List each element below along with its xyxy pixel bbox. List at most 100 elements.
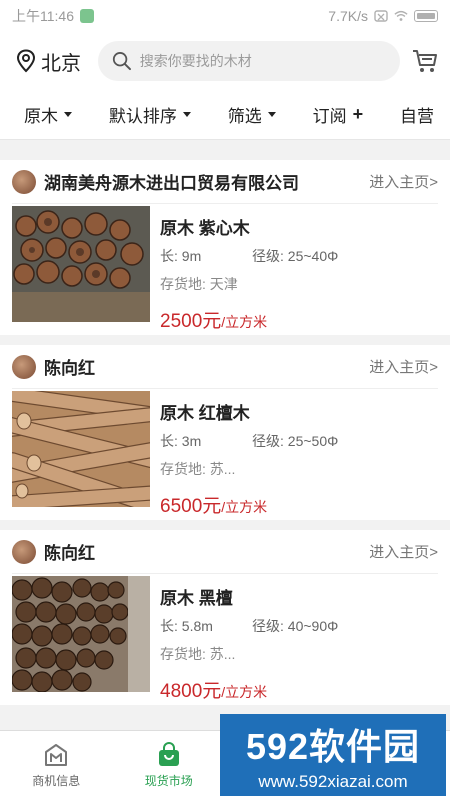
listing-grade: 径级: 25~50Φ (252, 433, 339, 449)
shopping-bag-icon (158, 742, 179, 766)
listing-header: 陈向红 进入主页> (12, 530, 438, 574)
tab-spot-market-label: 现货市场 (144, 774, 193, 788)
enter-store-link[interactable]: 进入主页> (369, 171, 438, 192)
filter-bar: 原木 默认排序 筛选 订阅 + 自营 (0, 90, 450, 140)
search-header: 北京 (0, 32, 450, 90)
m-icon (45, 744, 68, 766)
tab-business-info-label: 商机信息 (32, 774, 81, 788)
listing-title: 原木 黑檀 (160, 584, 438, 608)
seller-name: 陈向红 (44, 544, 95, 563)
wifi-icon (394, 10, 408, 21)
listing-length: 长: 9m (160, 248, 202, 264)
listing-price: 2500元 (160, 311, 222, 332)
status-bar: 上午11:46 7.7K/s (0, 0, 450, 32)
listing-price-row: 2500元/立方米 (160, 306, 438, 333)
listing-specs: 长: 5.8m 径级: 40~90Φ (160, 616, 438, 636)
filter-category-label: 原木 (24, 107, 58, 126)
listing-origin: 存货地: 天津 (160, 276, 238, 292)
cart-icon (413, 50, 437, 72)
listing-header: 湖南美舟源木进出口贸易有限公司 进入主页> (12, 160, 438, 204)
filter-screen-label: 筛选 (227, 107, 262, 126)
listing-price: 6500元 (160, 496, 222, 517)
seller: 陈向红 (12, 539, 95, 564)
listing-wood: 黑檀 (198, 589, 233, 608)
search-input[interactable] (139, 53, 386, 69)
product-image[interactable] (12, 206, 150, 322)
listing-price-row: 4800元/立方米 (160, 676, 438, 703)
listing-info: 原木 紫心木 长: 9m 径级: 25~40Φ 存货地: 天津 2500元/立方… (150, 206, 438, 333)
listing-length: 长: 3m (160, 433, 202, 449)
watermark-brand: 592软件园 (245, 726, 421, 767)
listing-grade: 径级: 25~40Φ (252, 248, 339, 264)
caret-down-icon (267, 112, 276, 117)
product-image[interactable] (12, 576, 150, 692)
listing-list: 湖南美舟源木进出口贸易有限公司 进入主页> 原木 紫心木 长: 9m 径级: 2… (0, 160, 450, 715)
listing-card[interactable]: 湖南美舟源木进出口贸易有限公司 进入主页> 原木 紫心木 长: 9m 径级: 2… (0, 160, 450, 335)
caret-down-icon (64, 112, 72, 117)
listing-title: 原木 红檀木 (160, 399, 438, 423)
listing-wood: 紫心木 (198, 219, 250, 238)
tab-spot-market[interactable]: 现货市场 (113, 731, 226, 800)
listing-body: 原木 紫心木 长: 9m 径级: 25~40Φ 存货地: 天津 2500元/立方… (12, 204, 438, 333)
seller: 湖南美舟源木进出口贸易有限公司 (12, 169, 299, 194)
listing-length: 长: 5.8m (160, 618, 213, 634)
filter-self-operated[interactable]: 自营 (400, 102, 434, 127)
search-bar[interactable] (98, 41, 400, 81)
seller-name: 湖南美舟源木进出口贸易有限公司 (44, 174, 299, 193)
listing-body: 原木 黑檀 长: 5.8m 径级: 40~90Φ 存货地: 苏... 4800元… (12, 574, 438, 703)
product-image[interactable] (12, 391, 150, 507)
filter-sort-label: 默认排序 (108, 107, 177, 126)
city-name: 北京 (41, 52, 81, 75)
filter-screen[interactable]: 筛选 (228, 102, 276, 127)
listing-price: 4800元 (160, 681, 222, 702)
enter-store-link[interactable]: 进入主页> (369, 356, 438, 377)
watermark-url: www.592xiazai.com (258, 772, 408, 791)
listing-body: 原木 红檀木 长: 3m 径级: 25~50Φ 存货地: 苏... 6500元/… (12, 389, 438, 518)
plus-icon: + (352, 104, 364, 124)
filter-subscribe[interactable]: 订阅 + (313, 102, 364, 127)
listing-title: 原木 紫心木 (160, 214, 438, 238)
listing-wood: 红檀木 (198, 404, 250, 423)
seller: 陈向红 (12, 354, 95, 379)
listing-category: 原木 (160, 404, 194, 423)
sim-off-icon (374, 10, 388, 22)
wechat-notification-icon (80, 9, 94, 23)
status-left: 上午11:46 (12, 6, 94, 26)
location-pin-icon (16, 49, 36, 73)
caret-down-icon (182, 112, 191, 117)
watermark-logo: 592软件园 www.592xiazai.com (220, 714, 446, 796)
listing-specs: 长: 3m 径级: 25~50Φ (160, 431, 438, 451)
listing-info: 原木 红檀木 长: 3m 径级: 25~50Φ 存货地: 苏... 6500元/… (150, 391, 438, 518)
filter-sort[interactable]: 默认排序 (109, 102, 191, 127)
filter-subscribe-label: 订阅 (312, 107, 347, 126)
listing-price-unit: /立方米 (221, 684, 268, 700)
listing-grade: 径级: 40~90Φ (252, 618, 339, 634)
network-speed: 7.7K/s (328, 8, 368, 24)
cart-button[interactable] (410, 46, 440, 76)
listing-card[interactable]: 陈向红 进入主页> 原木 红檀木 长: 3m 径级: 25~50Φ 存货地: 苏… (0, 345, 450, 520)
listing-specs: 长: 9m 径级: 25~40Φ (160, 246, 438, 266)
city-selector[interactable]: 北京 (16, 47, 98, 76)
listing-info: 原木 黑檀 长: 5.8m 径级: 40~90Φ 存货地: 苏... 4800元… (150, 576, 438, 703)
status-right: 7.7K/s (328, 8, 438, 24)
tab-business-info[interactable]: 商机信息 (0, 731, 113, 800)
listing-origin: 存货地: 苏... (160, 461, 236, 477)
seller-avatar (12, 354, 36, 379)
status-time: 上午11:46 (12, 8, 74, 24)
listing-origin: 存货地: 苏... (160, 646, 236, 662)
listing-price-unit: /立方米 (221, 499, 268, 515)
search-icon (112, 52, 131, 71)
filter-category[interactable]: 原木 (24, 102, 72, 127)
enter-store-link[interactable]: 进入主页> (369, 541, 438, 562)
seller-avatar (12, 539, 36, 564)
seller-name: 陈向红 (44, 359, 95, 378)
filter-self-operated-label: 自营 (399, 107, 434, 126)
listing-header: 陈向红 进入主页> (12, 345, 438, 389)
listing-category: 原木 (160, 219, 194, 238)
listing-price-row: 6500元/立方米 (160, 491, 438, 518)
listing-card[interactable]: 陈向红 进入主页> 原木 黑檀 长: 5.8m 径级: 40~90Φ 存货地: … (0, 530, 450, 705)
listing-price-unit: /立方米 (221, 314, 268, 330)
battery-icon (414, 10, 438, 22)
seller-avatar (12, 169, 36, 194)
listing-category: 原木 (160, 589, 194, 608)
